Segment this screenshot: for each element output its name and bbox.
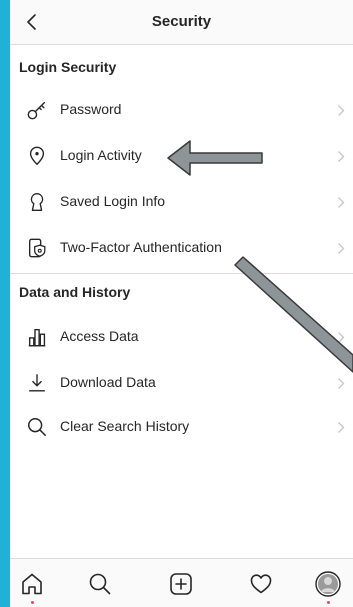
section-header-data-and-history: Data and History (19, 284, 131, 300)
menu-item-saved-login-info[interactable]: Saved Login Info (10, 179, 353, 225)
search-icon[interactable] (87, 571, 113, 597)
menu-item-login-activity[interactable]: Login Activity (10, 133, 353, 179)
notification-dot (31, 601, 34, 604)
location-pin-icon (29, 146, 45, 165)
security-screen: Security Login Security Password Login A… (10, 0, 353, 607)
menu-item-label: Two-Factor Authentication (60, 239, 222, 255)
chevron-right-icon (338, 197, 345, 208)
menu-item-two-factor-authentication[interactable]: Two-Factor Authentication (10, 225, 353, 271)
chevron-right-icon (338, 422, 345, 433)
menu-item-label: Download Data (60, 374, 156, 390)
download-icon (28, 374, 46, 392)
chevron-right-icon (338, 378, 345, 389)
menu-item-label: Clear Search History (60, 418, 190, 434)
bottom-nav-bar (10, 558, 353, 607)
menu-item-label: Access Data (60, 328, 139, 344)
heart-icon[interactable] (248, 571, 274, 597)
menu-item-label: Password (60, 101, 122, 117)
notification-dot (327, 601, 330, 604)
chevron-right-icon (338, 332, 345, 343)
chevron-right-icon (338, 243, 345, 254)
menu-item-label: Saved Login Info (60, 193, 166, 209)
key-icon (27, 101, 46, 120)
menu-item-password[interactable]: Password (10, 87, 353, 133)
menu-item-download-data[interactable]: Download Data (10, 360, 353, 406)
top-bar: Security (10, 0, 353, 45)
page-title: Security (151, 13, 212, 30)
phone-shield-icon (28, 238, 46, 258)
section-header-login-security: Login Security (19, 59, 117, 75)
menu-item-label: Login Activity (60, 147, 142, 163)
chevron-right-icon (338, 151, 345, 162)
menu-item-clear-search-history[interactable]: Clear Search History (10, 404, 353, 450)
keyhole-icon (30, 193, 44, 211)
menu-item-access-data[interactable]: Access Data (10, 314, 353, 360)
new-post-icon[interactable] (168, 571, 194, 597)
chevron-right-icon (338, 105, 345, 116)
bar-chart-icon (28, 328, 46, 347)
profile-avatar[interactable] (315, 571, 341, 597)
home-icon[interactable] (19, 571, 45, 597)
search-icon (28, 418, 46, 436)
